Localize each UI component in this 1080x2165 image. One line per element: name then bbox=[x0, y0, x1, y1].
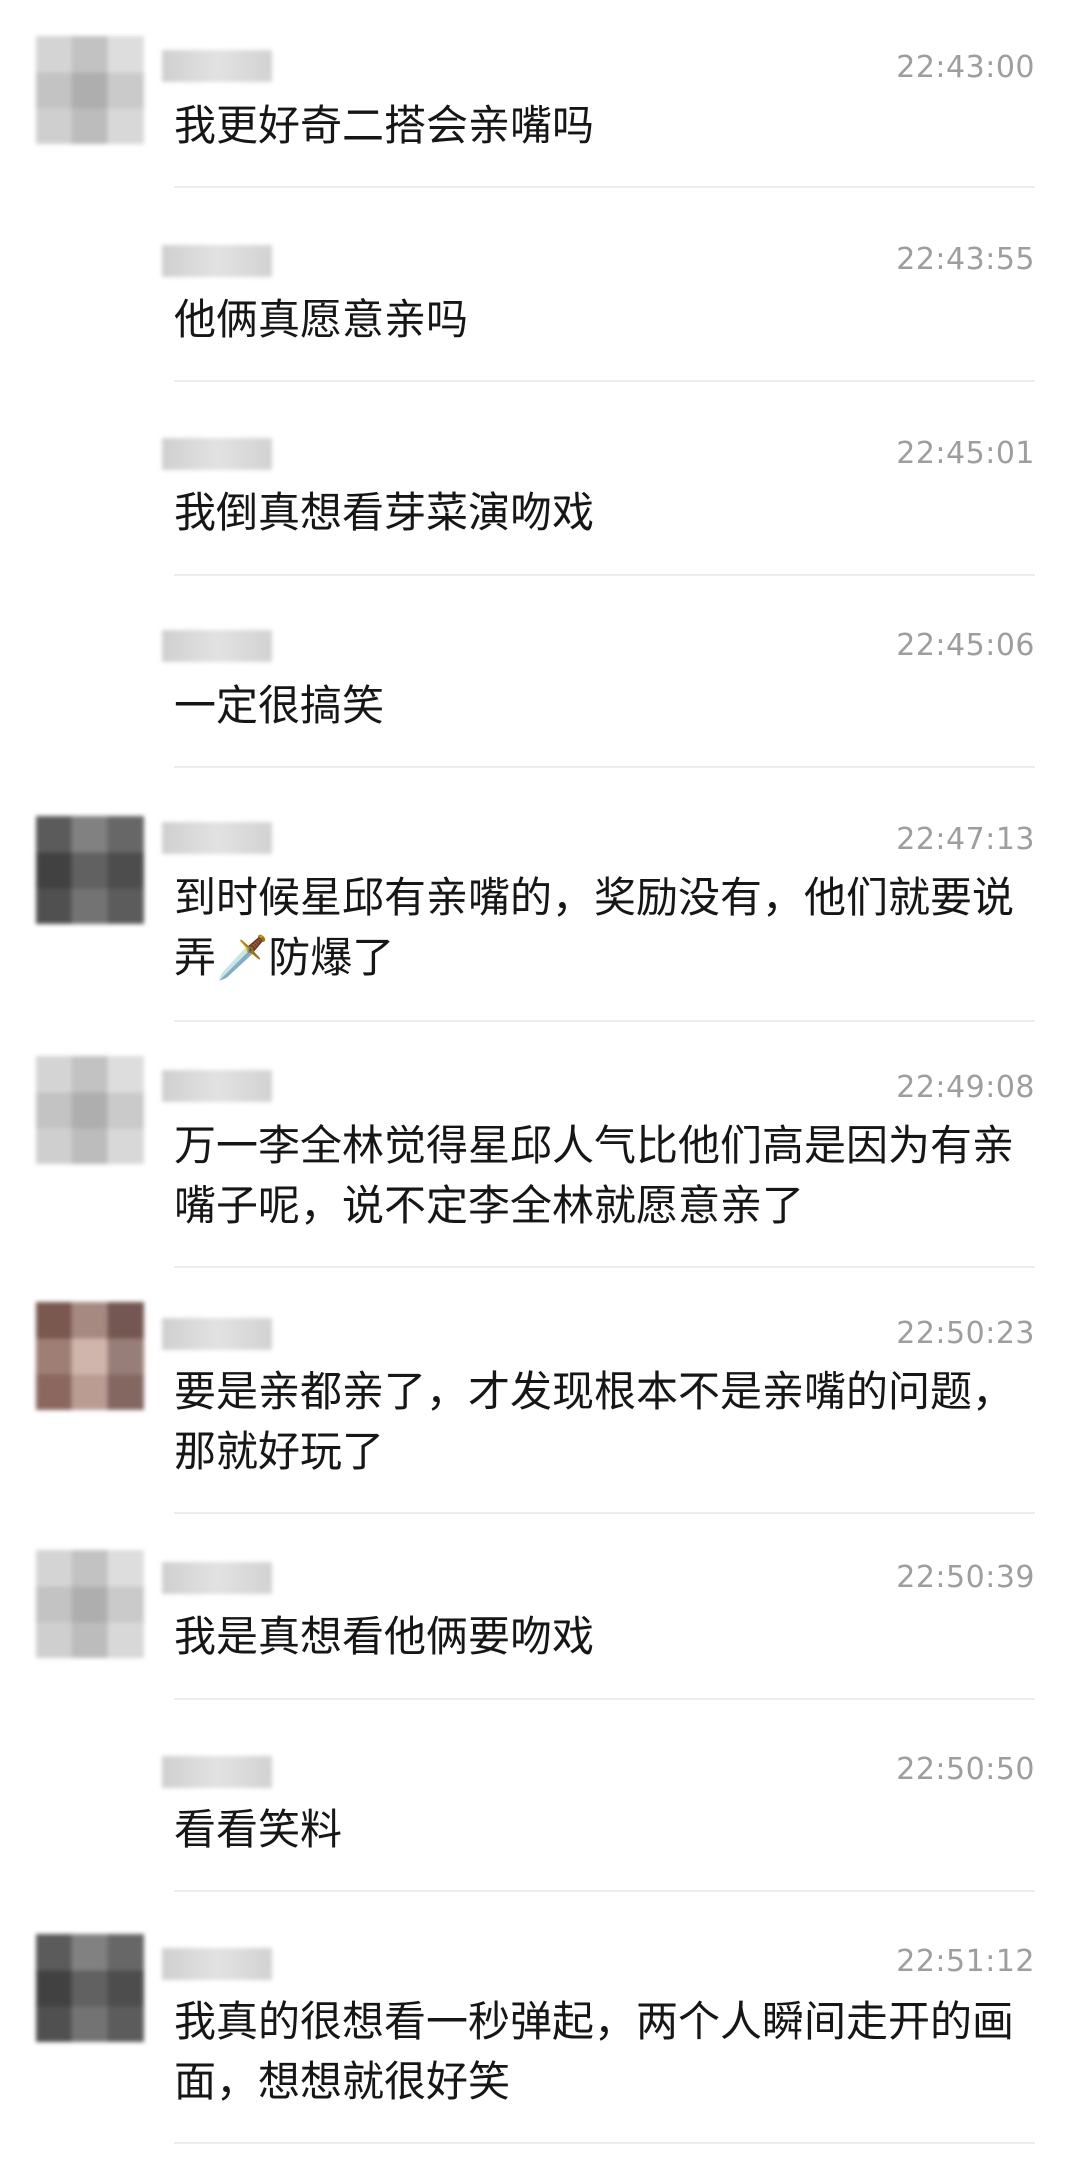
message-time: 22:50:50 bbox=[896, 1752, 1035, 1787]
message-text: 到时候星邱有亲嘴的，奖励没有，他们就要说弄🗡️防爆了 bbox=[174, 873, 1015, 982]
message-text: 我更好奇二搭会亲嘴吗 bbox=[174, 101, 595, 150]
message-text: 他俩真愿意亲吗 bbox=[174, 295, 469, 344]
message-time: 22:50:39 bbox=[896, 1560, 1035, 1595]
divider bbox=[174, 2142, 1035, 2144]
sender-name bbox=[162, 1562, 272, 1594]
divider bbox=[174, 1890, 1035, 1892]
sender-name bbox=[162, 50, 272, 82]
divider bbox=[174, 1020, 1035, 1022]
sender-name bbox=[162, 1318, 272, 1350]
divider bbox=[174, 186, 1035, 188]
divider bbox=[174, 1266, 1035, 1268]
divider bbox=[174, 574, 1035, 576]
message-time: 22:47:13 bbox=[896, 822, 1035, 857]
message-text: 我真的很想看一秒弹起，两个人瞬间走开的画面，想想就很好笑 bbox=[174, 1997, 1015, 2106]
message-time: 22:49:08 bbox=[896, 1070, 1035, 1105]
message-time: 22:43:00 bbox=[896, 50, 1035, 85]
sender-name bbox=[162, 1070, 272, 1102]
avatar[interactable] bbox=[36, 1056, 144, 1164]
avatar[interactable] bbox=[36, 1302, 144, 1410]
message-text: 万一李全林觉得星邱人气比他们高是因为有亲嘴子呢，说不定李全林就愿意亲了 bbox=[174, 1121, 1015, 1230]
divider bbox=[174, 380, 1035, 382]
message-time: 22:45:01 bbox=[896, 436, 1035, 471]
message-text: 一定很搞笑 bbox=[174, 681, 385, 730]
sender-name bbox=[162, 245, 272, 277]
sender-name bbox=[162, 630, 272, 662]
sender-name bbox=[162, 822, 272, 854]
message-time: 22:50:23 bbox=[896, 1316, 1035, 1351]
message-time: 22:45:06 bbox=[896, 628, 1035, 663]
message-text: 我是真想看他俩要吻戏 bbox=[174, 1612, 595, 1661]
divider bbox=[174, 1698, 1035, 1700]
divider bbox=[174, 766, 1035, 768]
sender-name bbox=[162, 1948, 272, 1980]
avatar[interactable] bbox=[36, 1934, 144, 2042]
avatar[interactable] bbox=[36, 36, 144, 144]
sender-name bbox=[162, 1756, 272, 1788]
message-time: 22:43:55 bbox=[896, 242, 1035, 277]
avatar[interactable] bbox=[36, 1550, 144, 1658]
message-text: 要是亲都亲了，才发现根本不是亲嘴的问题，那就好玩了 bbox=[174, 1367, 1015, 1476]
divider bbox=[174, 1512, 1035, 1514]
message-time: 22:51:12 bbox=[896, 1944, 1035, 1979]
message-text: 看看笑料 bbox=[174, 1805, 343, 1854]
avatar[interactable] bbox=[36, 816, 144, 924]
sender-name bbox=[162, 438, 272, 470]
message-text: 我倒真想看芽菜演吻戏 bbox=[174, 488, 595, 537]
